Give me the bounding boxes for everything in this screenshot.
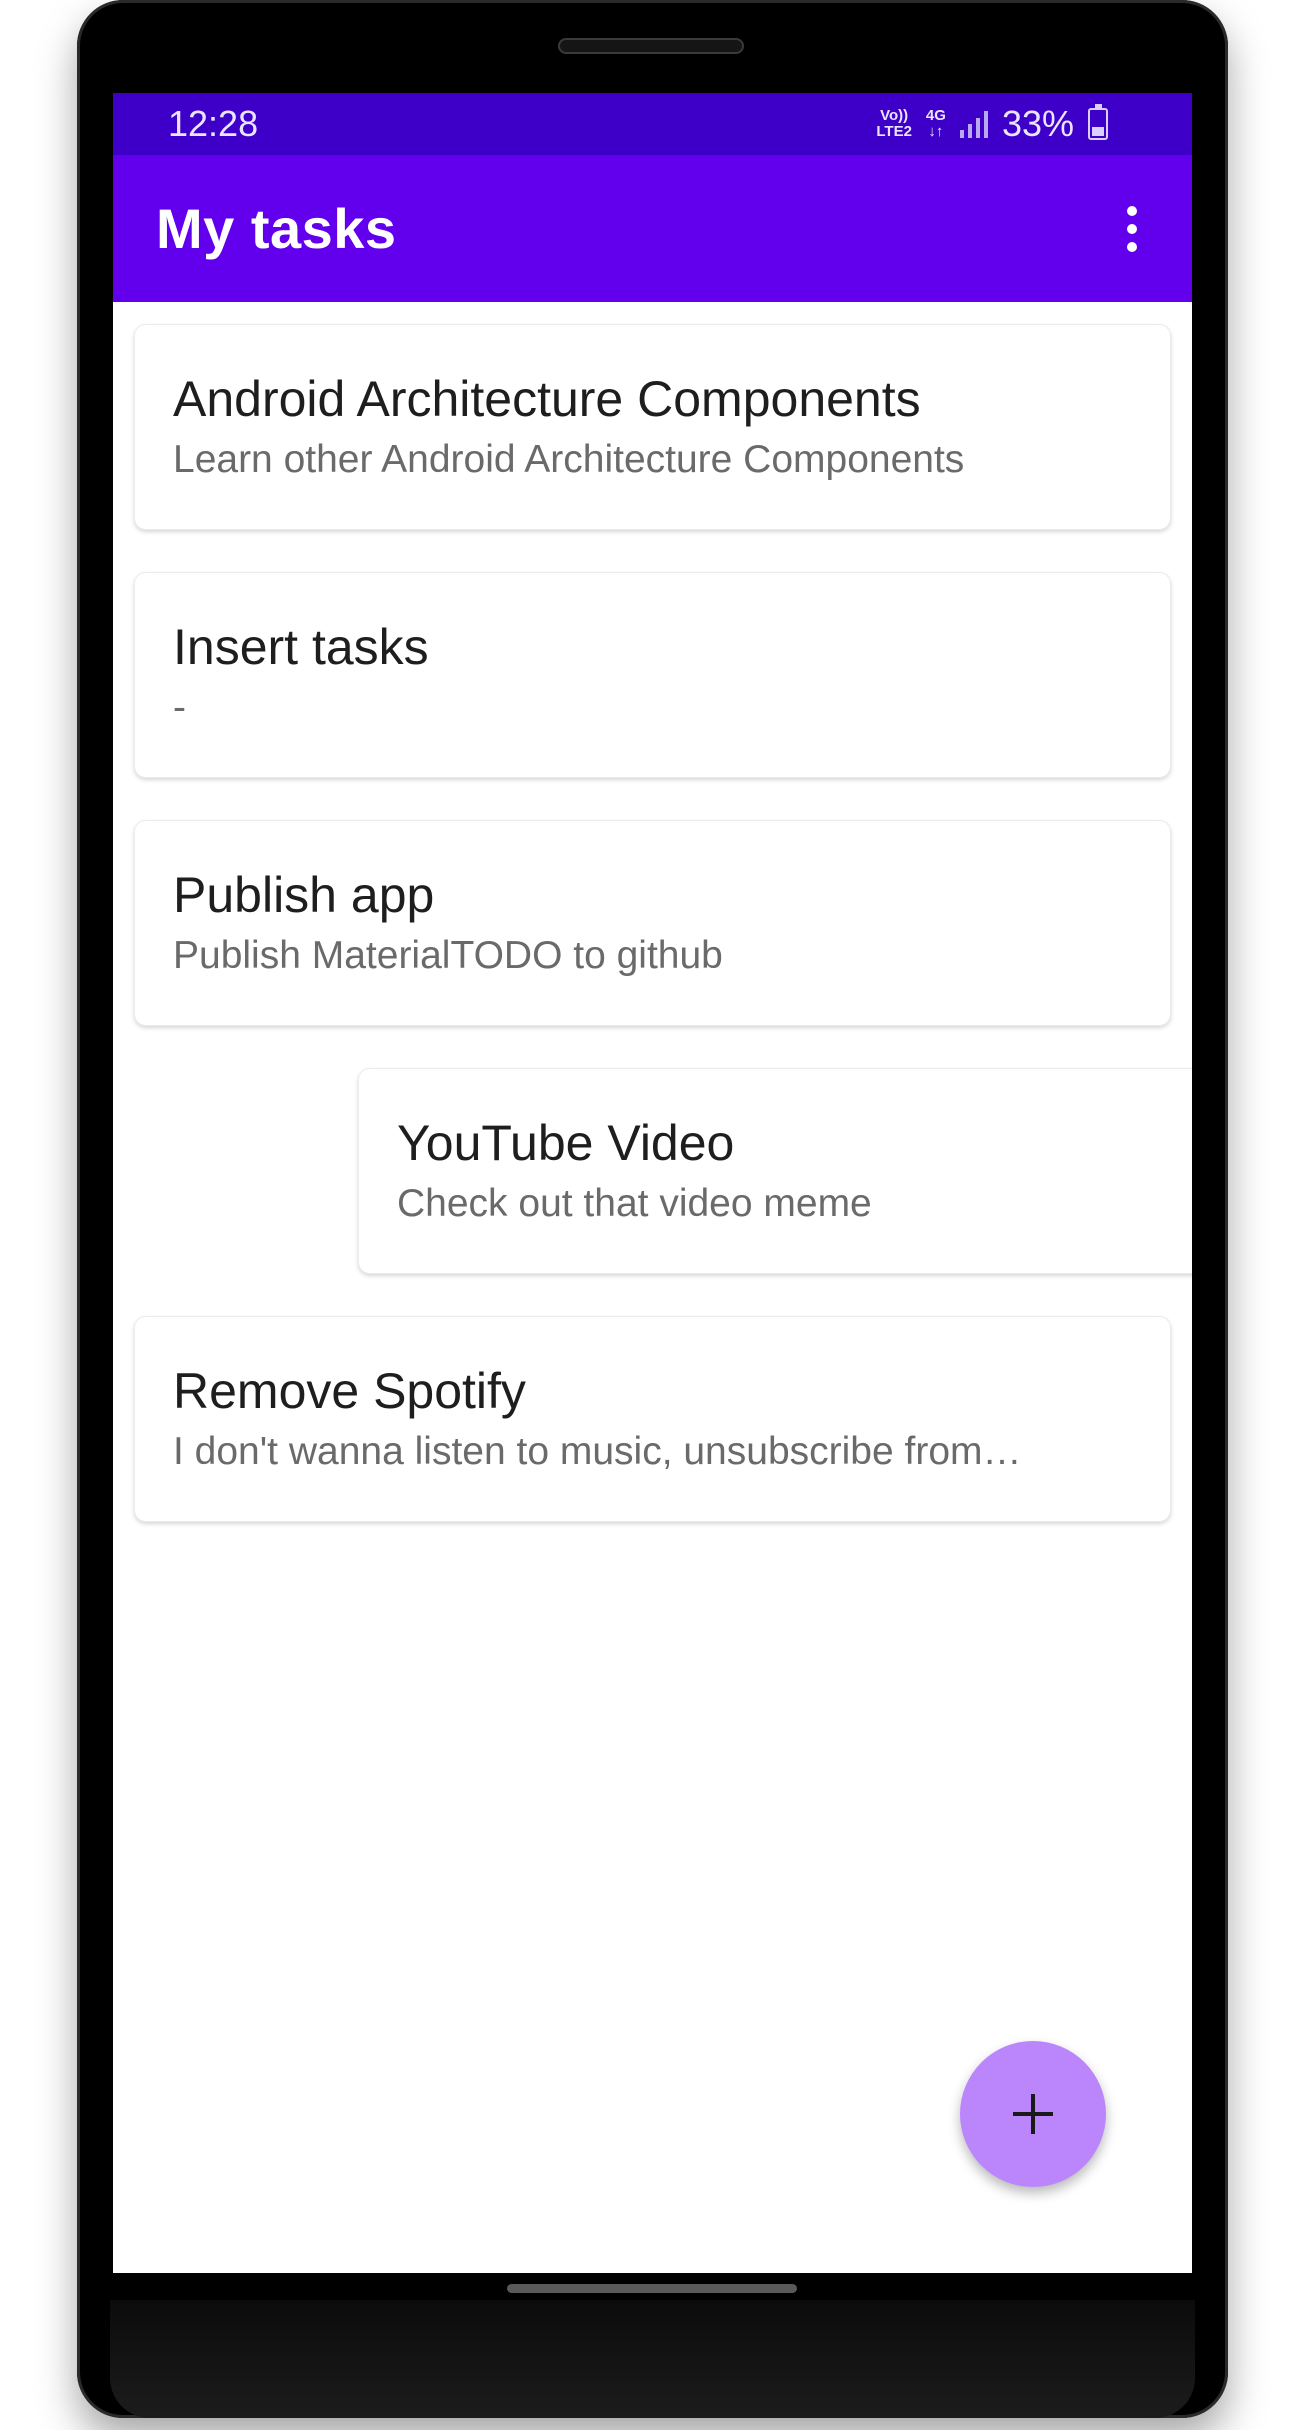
battery-charging-icon [1088,104,1108,140]
cell-signal-icon [959,110,988,138]
battery-percent: 33% [1001,103,1074,144]
volte-label: Vo)) [880,107,909,124]
page: 12:28 Vo)) LTE2 4G ↓↑ 33% My tasks Andro… [0,0,1305,2430]
gesture-nav-handle[interactable] [507,2284,797,2293]
task-description: Learn other Android Architecture Compone… [173,438,965,481]
task-description: - [173,686,186,729]
task-card[interactable]: Insert tasks - [134,572,1171,778]
task-card[interactable]: Publish app Publish MaterialTODO to gith… [134,820,1171,1026]
speaker-grille [558,38,744,54]
task-title: Insert tasks [173,619,429,675]
task-card[interactable]: Android Architecture Components Learn ot… [134,324,1171,530]
task-title: Publish app [173,867,435,923]
task-description: I don't wanna listen to music, unsubscri… [173,1430,1022,1473]
task-description: Check out that video meme [397,1182,872,1225]
lte-label: LTE2 [876,123,912,140]
task-card-swiping[interactable]: YouTube Video Check out that video meme [358,1068,1192,1274]
task-description: Publish MaterialTODO to github [173,934,723,977]
more-vert-icon[interactable] [1112,199,1152,259]
app-bar: My tasks [113,155,1192,302]
volte-indicator: Vo)) LTE2 [876,108,912,140]
status-time: 12:28 [168,103,259,144]
network-type-label: 4G [925,107,946,124]
add-task-button[interactable] [960,2041,1106,2187]
network-indicator: 4G ↓↑ [926,108,946,140]
task-title: Remove Spotify [173,1363,526,1419]
task-title: YouTube Video [397,1115,735,1171]
add-icon [1013,2094,1053,2134]
task-card[interactable]: Remove Spotify I don't wanna listen to m… [134,1316,1171,1522]
status-bar: 12:28 Vo)) LTE2 4G ↓↑ 33% [113,93,1192,155]
status-icons: Vo)) LTE2 4G ↓↑ 33% [876,103,1108,145]
data-arrows-icon: ↓↑ [928,123,944,140]
app-title: My tasks [156,197,397,260]
phone-screen: 12:28 Vo)) LTE2 4G ↓↑ 33% My tasks Andro… [113,93,1192,2273]
task-title: Android Architecture Components [173,371,921,427]
phone-frame-bottom [110,2300,1195,2418]
